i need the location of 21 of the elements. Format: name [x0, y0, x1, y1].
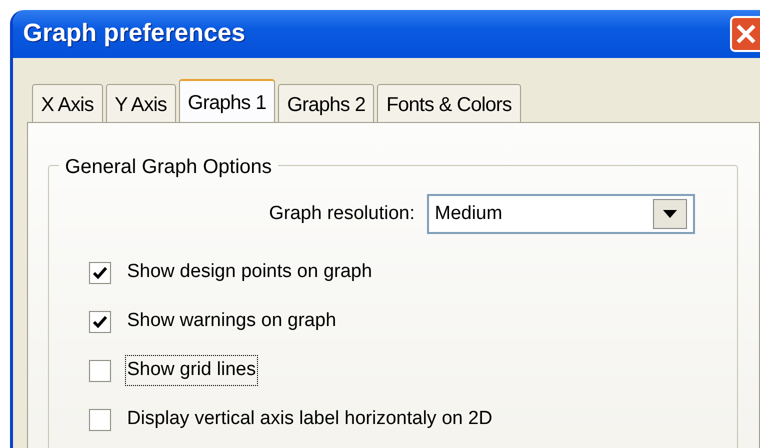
- check-icon: [93, 266, 107, 278]
- checkbox-label[interactable]: Display vertical axis label horizontaly on 2D: [125, 404, 494, 435]
- tab[interactable]: X Axis: [32, 84, 103, 122]
- tab[interactable]: Y Axis: [106, 84, 176, 122]
- checkbox[interactable]: [89, 360, 111, 382]
- checkbox[interactable]: [89, 408, 111, 430]
- check-icon: [93, 316, 107, 328]
- checkbox[interactable]: [89, 262, 111, 284]
- tab[interactable]: Graphs 1: [178, 79, 276, 122]
- tab[interactable]: Graphs 2: [278, 84, 374, 122]
- close-icon: [735, 23, 757, 45]
- resolution-dropdown[interactable]: Medium: [426, 194, 695, 234]
- caret-icon: [662, 210, 677, 218]
- checkbox[interactable]: [89, 310, 111, 332]
- tab[interactable]: Fonts & Colors: [377, 84, 521, 122]
- window-title: Graph preferences: [23, 18, 246, 50]
- close-button[interactable]: [730, 16, 760, 52]
- checkbox-label[interactable]: Show warnings on graph: [125, 306, 338, 337]
- checkbox-label[interactable]: Show design points on graph: [125, 257, 374, 288]
- checkbox-label[interactable]: Show grid lines: [125, 355, 258, 386]
- field-label: Graph resolution:: [269, 202, 415, 226]
